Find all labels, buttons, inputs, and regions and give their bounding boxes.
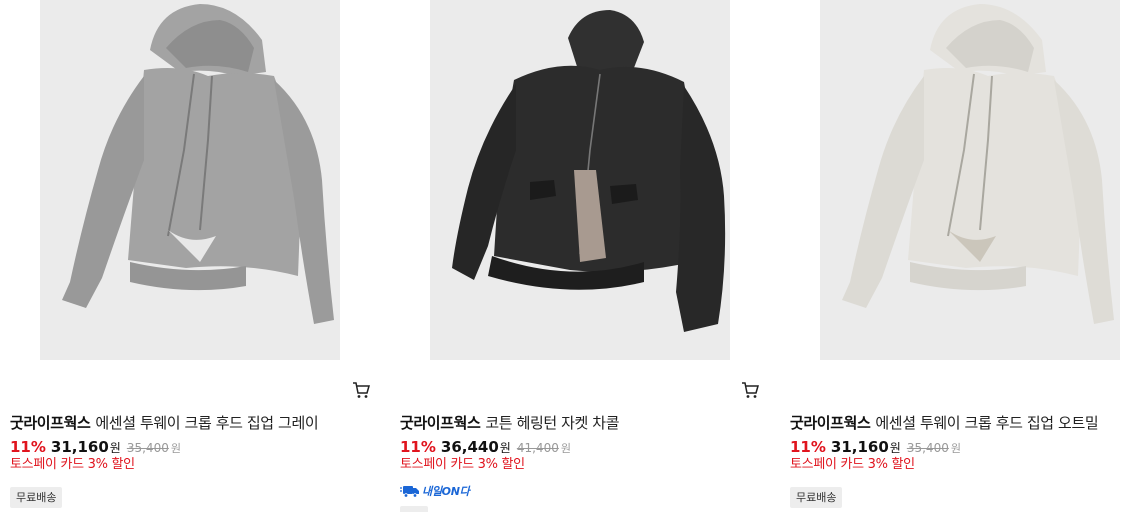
product-image[interactable] (820, 0, 1120, 360)
oatmeal-zip-hoodie-image (842, 4, 1114, 324)
discount-rate: 11% (790, 438, 826, 456)
sale-price: 31,160 (830, 438, 889, 456)
original-currency: 원 (560, 442, 571, 455)
cart-icon (742, 382, 759, 398)
promo-text: 토스페이 카드 3% 할인 (400, 457, 525, 472)
product-card[interactable]: 굿라이프웍스 에센셜 투웨이 크롭 후드 집업 그레이 11% 31,160원 35,… (10, 0, 370, 512)
product-card[interactable]: 굿라이프웍스 에센셜 투웨이 크롭 후드 집업 오트밀 11% 31,160원 35,… (742, 0, 1130, 512)
cart-icon (353, 382, 370, 398)
tomorrow-delivery-badge: 내일ON다 (400, 482, 470, 500)
brand-name: 굿라이프웍스 (400, 414, 481, 432)
free-shipping-badge: 무료배송 (790, 487, 843, 508)
original-currency: 원 (950, 442, 961, 455)
product-image[interactable] (40, 0, 340, 360)
currency: 원 (499, 441, 511, 455)
delivery-label: 내일ON다 (422, 485, 470, 498)
product-card[interactable]: 굿라이프웍스 코튼 헤링턴 자켓 차콜 11% 36,440원 41,400 원 토스페… (400, 0, 745, 512)
delivery-truck-icon (400, 486, 419, 498)
original-price: 35,400 (126, 441, 169, 455)
product-image[interactable] (430, 0, 730, 360)
add-to-cart-button[interactable] (352, 381, 370, 399)
charcoal-harrington-jacket-image (452, 10, 726, 332)
product-name: 코튼 헤링턴 자켓 차콜 (485, 414, 620, 432)
sale-price: 31,160 (50, 438, 109, 456)
discount-rate: 11% (400, 438, 436, 456)
brand-name: 굿라이프웍스 (10, 414, 91, 432)
currency: 원 (889, 441, 901, 455)
promo-text: 토스페이 카드 3% 할인 (10, 457, 135, 472)
product-name: 에센셜 투웨이 크롭 후드 집업 그레이 (95, 414, 319, 432)
promo-text: 토스페이 카드 3% 할인 (790, 457, 915, 472)
currency: 원 (109, 441, 121, 455)
free-shipping-badge: 무료배송 (10, 487, 63, 508)
gray-zip-hoodie-image (62, 4, 334, 324)
product-title[interactable]: 굿라이프웍스 에센셜 투웨이 크롭 후드 집업 그레이 (10, 413, 319, 433)
badge-stub (400, 506, 428, 512)
brand-name: 굿라이프웍스 (790, 414, 871, 432)
discount-rate: 11% (10, 438, 46, 456)
product-name: 에센셜 투웨이 크롭 후드 집업 오트밀 (875, 414, 1099, 432)
sale-price: 36,440 (440, 438, 499, 456)
original-currency: 원 (170, 442, 181, 455)
add-to-cart-button[interactable] (741, 381, 759, 399)
product-title[interactable]: 굿라이프웍스 코튼 헤링턴 자켓 차콜 (400, 413, 620, 433)
original-price: 41,400 (516, 441, 559, 455)
product-title[interactable]: 굿라이프웍스 에센셜 투웨이 크롭 후드 집업 오트밀 (790, 413, 1099, 433)
original-price: 35,400 (906, 441, 949, 455)
